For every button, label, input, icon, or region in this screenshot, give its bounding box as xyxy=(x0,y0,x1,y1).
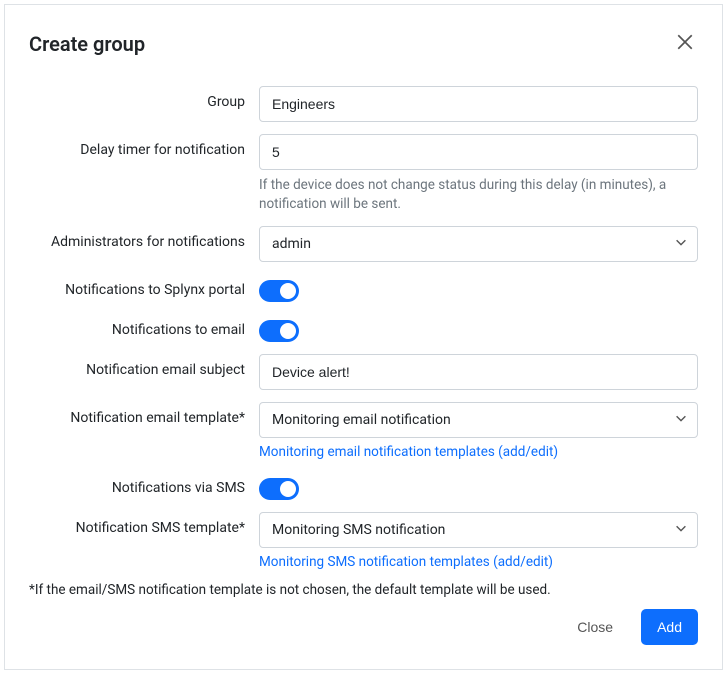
email-template-select-value: Monitoring email notification xyxy=(272,412,451,428)
delay-input[interactable] xyxy=(259,134,698,170)
email-subject-label: Notification email subject xyxy=(29,354,259,378)
sms-template-link[interactable]: Monitoring SMS notification templates (a… xyxy=(259,554,553,570)
group-label: Group xyxy=(29,86,259,110)
email-subject-input[interactable] xyxy=(259,354,698,390)
close-button[interactable]: Close xyxy=(561,609,629,645)
form-body: Group Delay timer for notification If th… xyxy=(29,86,698,609)
modal-header: Create group xyxy=(29,29,698,58)
email-label: Notifications to email xyxy=(29,314,259,338)
admins-select[interactable]: admin xyxy=(259,226,698,262)
footnote-text: *If the email/SMS notification template … xyxy=(29,582,698,598)
close-icon-button[interactable] xyxy=(672,29,698,58)
delay-help-text: If the device does not change status dur… xyxy=(259,176,698,214)
admins-select-value: admin xyxy=(272,236,311,252)
email-template-label: Notification email template* xyxy=(29,402,259,426)
portal-label: Notifications to Splynx portal xyxy=(29,274,259,298)
sms-label: Notifications via SMS xyxy=(29,472,259,496)
sms-toggle[interactable] xyxy=(259,478,299,500)
modal-footer: Close Add xyxy=(29,609,698,645)
admins-label: Administrators for notifications xyxy=(29,226,259,250)
email-template-link[interactable]: Monitoring email notification templates … xyxy=(259,444,558,460)
modal-title: Create group xyxy=(29,32,145,56)
sms-template-label: Notification SMS template* xyxy=(29,512,259,536)
portal-toggle[interactable] xyxy=(259,280,299,302)
sms-template-select-value: Monitoring SMS notification xyxy=(272,522,445,538)
close-icon xyxy=(676,39,694,54)
sms-template-select[interactable]: Monitoring SMS notification xyxy=(259,512,698,548)
email-template-select[interactable]: Monitoring email notification xyxy=(259,402,698,438)
create-group-modal: Create group Group Delay timer for notif… xyxy=(4,4,723,670)
add-button[interactable]: Add xyxy=(641,609,698,645)
email-toggle[interactable] xyxy=(259,320,299,342)
group-input[interactable] xyxy=(259,86,698,122)
delay-label: Delay timer for notification xyxy=(29,134,259,158)
